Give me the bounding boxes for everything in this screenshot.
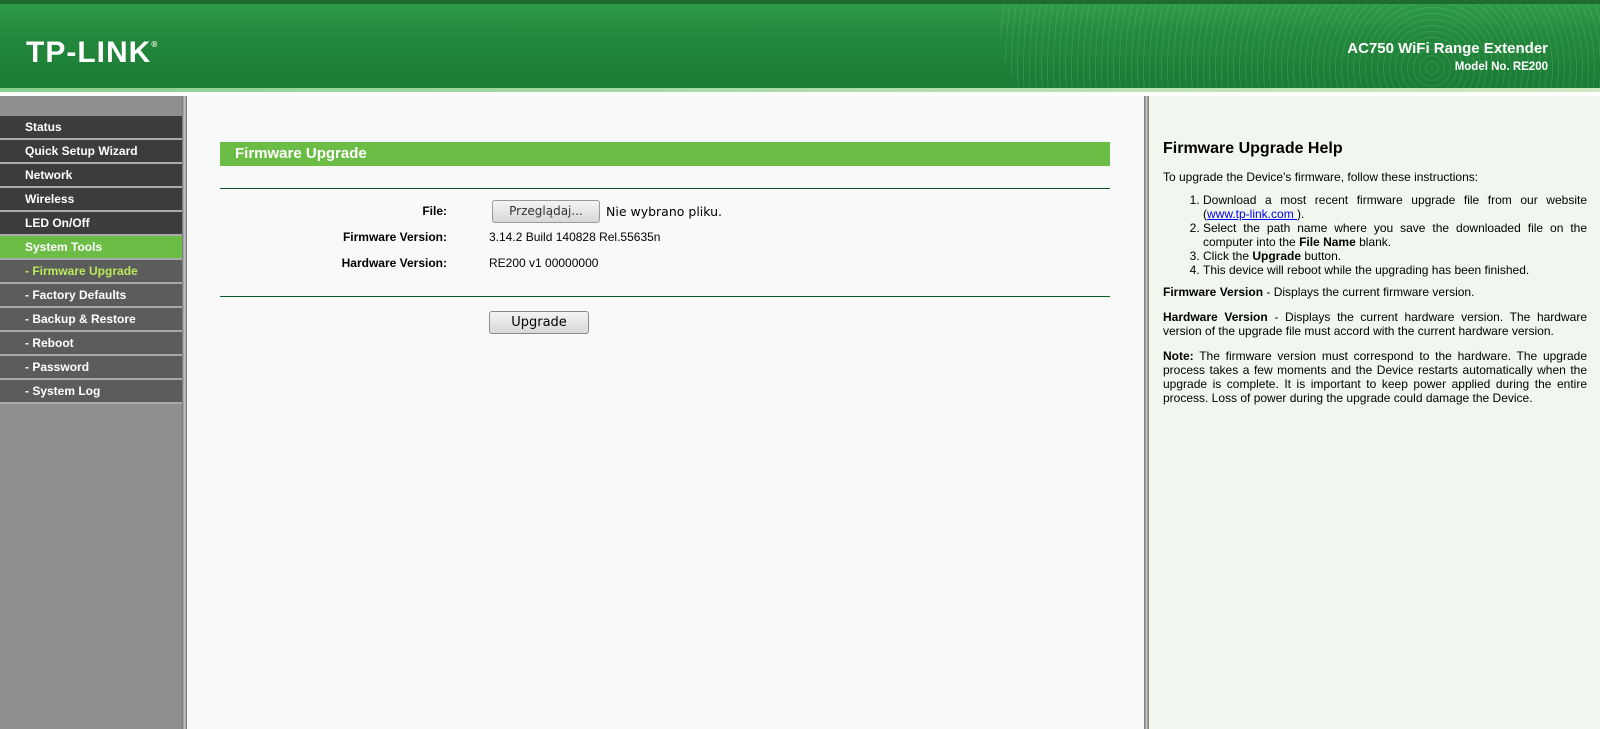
upgrade-button[interactable]: Upgrade: [489, 311, 589, 334]
help-step-2: Select the path name where you save the …: [1203, 221, 1587, 249]
sidebar-item-system-log[interactable]: - System Log: [0, 380, 182, 404]
hardware-version-value: RE200 v1 00000000: [489, 256, 599, 270]
help-hardware-version: Hardware Version - Displays the current …: [1163, 310, 1587, 338]
sidebar-item-password[interactable]: - Password: [0, 356, 182, 380]
main-panel: Firmware Upgrade File: Przeglądaj... Nie…: [187, 96, 1144, 729]
sidebar-item-backup-restore[interactable]: - Backup & Restore: [0, 308, 182, 332]
sidebar-item-network[interactable]: Network: [0, 164, 182, 188]
browse-button[interactable]: Przeglądaj...: [492, 200, 600, 223]
sidebar-item-firmware-upgrade[interactable]: - Firmware Upgrade: [0, 260, 182, 284]
help-note: Note: The firmware version must correspo…: [1163, 349, 1587, 405]
file-label: File:: [422, 204, 447, 218]
bottom-divider: [220, 296, 1110, 297]
tp-link-logo: TP-LINK®: [26, 36, 159, 69]
sidebar-item-status[interactable]: Status: [0, 116, 182, 140]
help-step-1: Download a most recent firmware upgrade …: [1203, 193, 1587, 221]
page-title: Firmware Upgrade: [220, 142, 1110, 166]
sidebar-item-reboot[interactable]: - Reboot: [0, 332, 182, 356]
sidebar-item-factory-defaults[interactable]: - Factory Defaults: [0, 284, 182, 308]
header-bottom-line: [0, 88, 1600, 92]
sidebar: Status Quick Setup Wizard Network Wirele…: [0, 96, 182, 729]
help-steps-list: Download a most recent firmware upgrade …: [1203, 193, 1587, 277]
sidebar-item-wireless[interactable]: Wireless: [0, 188, 182, 212]
product-name: AC750 WiFi Range Extender: [1347, 40, 1548, 57]
help-title: Firmware Upgrade Help: [1163, 140, 1343, 157]
header-banner: TP-LINK® AC750 WiFi Range Extender Model…: [0, 0, 1600, 92]
model-number: Model No. RE200: [1454, 61, 1548, 73]
firmware-version-label: Firmware Version:: [342, 230, 447, 244]
sidebar-item-system-tools[interactable]: System Tools: [0, 236, 182, 260]
no-file-selected-text: Nie wybrano pliku.: [606, 204, 723, 219]
help-intro: To upgrade the Device's firmware, follow…: [1163, 170, 1479, 184]
help-firmware-version: Firmware Version - Displays the current …: [1163, 285, 1475, 299]
tp-link-website-link[interactable]: www.tp-link.com: [1207, 207, 1297, 221]
top-divider: [220, 188, 1110, 189]
hardware-version-label: Hardware Version:: [341, 256, 447, 270]
header-top-line: [0, 0, 1600, 4]
help-step-4: This device will reboot while the upgrad…: [1203, 263, 1587, 277]
sidebar-item-led-on-off[interactable]: LED On/Off: [0, 212, 182, 236]
sidebar-menu: Status Quick Setup Wizard Network Wirele…: [0, 116, 182, 404]
sidebar-item-quick-setup-wizard[interactable]: Quick Setup Wizard: [0, 140, 182, 164]
firmware-version-value: 3.14.2 Build 140828 Rel.55635n: [489, 230, 661, 244]
help-step-3: Click the Upgrade button.: [1203, 249, 1587, 263]
help-panel: Firmware Upgrade Help To upgrade the Dev…: [1149, 96, 1600, 729]
